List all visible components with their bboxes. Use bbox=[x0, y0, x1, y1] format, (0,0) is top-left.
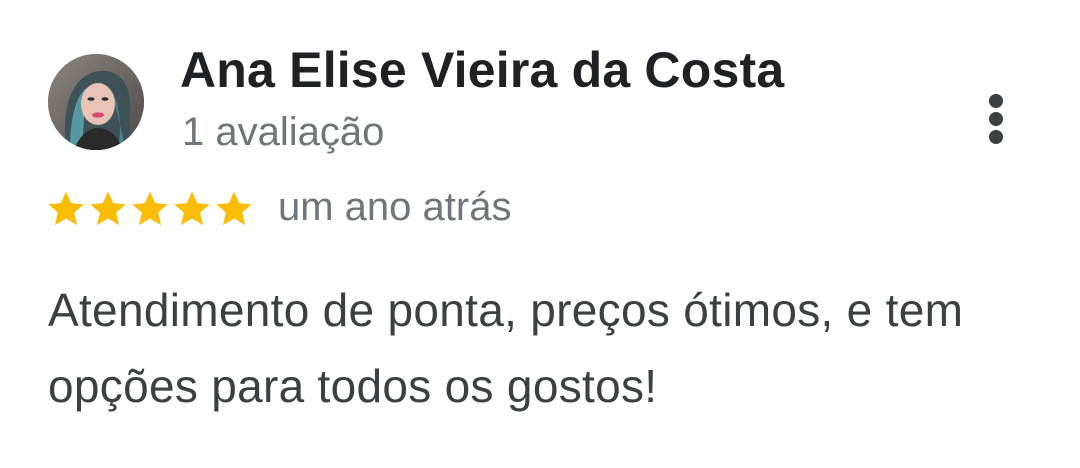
star-icon bbox=[88, 189, 128, 229]
review-text: Atendimento de ponta, preços ótimos, e t… bbox=[48, 284, 964, 412]
star-icon bbox=[214, 189, 254, 229]
reviewer-review-count: 1 avaliação bbox=[182, 110, 385, 154]
star-icon bbox=[130, 189, 170, 229]
more-vertical-icon bbox=[989, 94, 1003, 108]
star-icon bbox=[46, 189, 86, 229]
star-icon bbox=[172, 189, 212, 229]
avatar-photo bbox=[48, 54, 144, 150]
more-vertical-icon-dot bbox=[989, 130, 1003, 144]
review-card: Ana Elise Vieira da Costa 1 avaliação um… bbox=[0, 0, 1080, 468]
reviewer-name[interactable]: Ana Elise Vieira da Costa bbox=[180, 40, 784, 100]
more-vertical-icon-dot bbox=[989, 112, 1003, 126]
reviewer-avatar[interactable] bbox=[48, 54, 144, 150]
review-date: um ano atrás bbox=[278, 185, 512, 229]
more-options-button[interactable] bbox=[974, 88, 1018, 150]
star-rating bbox=[46, 184, 256, 234]
